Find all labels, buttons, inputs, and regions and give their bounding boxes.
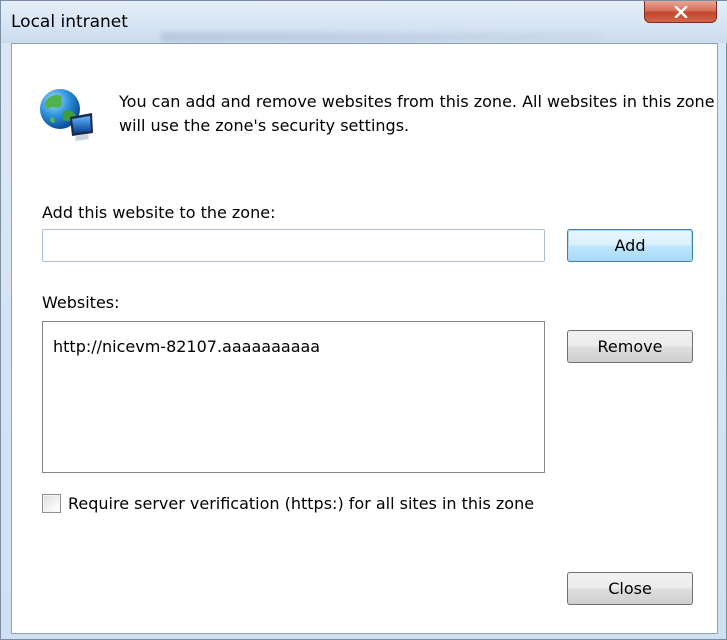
require-verification-checkbox[interactable]: [42, 494, 61, 513]
window-close-button[interactable]: [644, 1, 717, 23]
close-button[interactable]: Close: [567, 572, 693, 605]
add-button[interactable]: Add: [567, 229, 693, 262]
globe-computer-icon: [40, 89, 93, 141]
window-title: Local intranet: [11, 12, 128, 32]
websites-label: Websites:: [42, 293, 120, 312]
title-bar[interactable]: Local intranet: [1, 1, 727, 43]
remove-button[interactable]: Remove: [567, 330, 693, 363]
add-website-label: Add this website to the zone:: [42, 203, 276, 222]
websites-list[interactable]: http://nicevm-82107.aaaaaaaaaa: [42, 321, 545, 473]
website-input[interactable]: [42, 229, 545, 262]
close-icon: [674, 5, 687, 18]
title-bar-background-text: [161, 32, 601, 42]
require-verification-label[interactable]: Require server verification (https:) for…: [68, 494, 534, 513]
zone-info-text: You can add and remove websites from thi…: [119, 92, 715, 135]
list-item[interactable]: http://nicevm-82107.aaaaaaaaaa: [53, 337, 320, 356]
